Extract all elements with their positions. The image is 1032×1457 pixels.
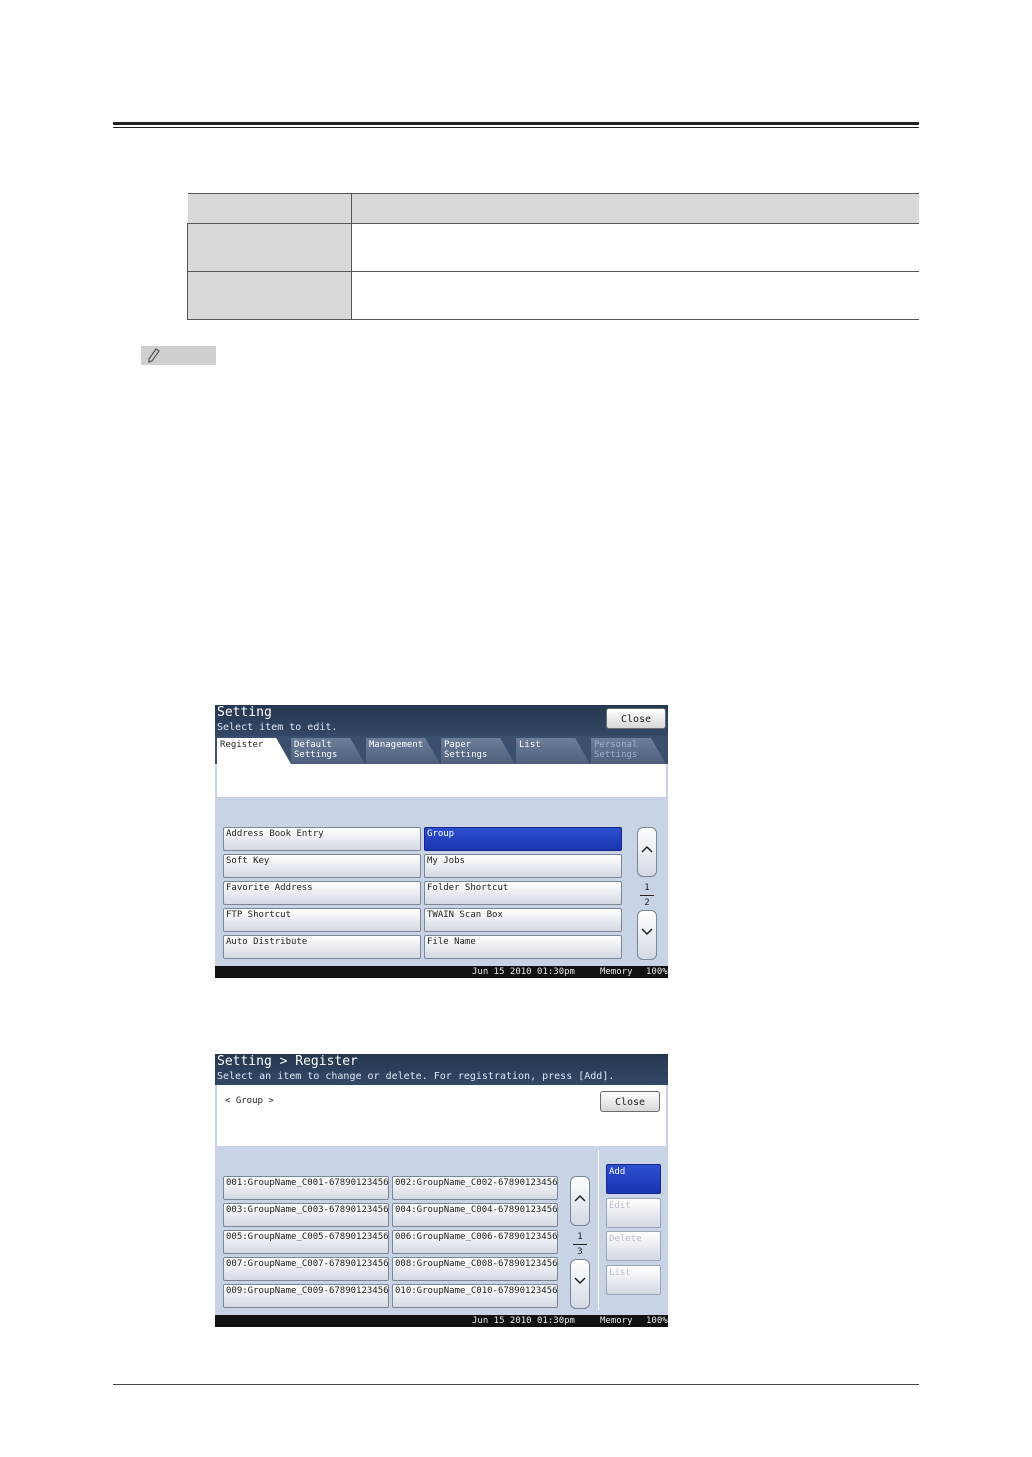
group-item[interactable]: 008:GroupName_C008-678901234567 (392, 1257, 558, 1281)
item-folder-shortcut[interactable]: Folder Shortcut (424, 881, 622, 905)
status-bar: Jun 15 2010 01:30pm Memory 100% (215, 966, 668, 978)
note-tag (141, 346, 216, 365)
item-file-name[interactable]: File Name (424, 935, 622, 959)
add-button[interactable]: Add (606, 1164, 661, 1194)
panel-header: Setting Select item to edit. Close (215, 705, 668, 736)
page-total: 2 (644, 898, 650, 908)
group-item[interactable]: 007:GroupName_C007-678901234567 (223, 1257, 389, 1281)
item-address-book-entry[interactable]: Address Book Entry (223, 827, 421, 851)
header-rule-thick (113, 122, 919, 125)
item-soft-key[interactable]: Soft Key (223, 854, 421, 878)
chevron-up-icon (641, 845, 653, 853)
group-item[interactable]: 005:GroupName_C005-678901234567 (223, 1230, 389, 1254)
chevron-down-icon (574, 1277, 586, 1285)
item-my-jobs[interactable]: My Jobs (424, 854, 622, 878)
register-panel: Setting > Register Select an item to cha… (215, 1054, 668, 1327)
panel-title: Setting (217, 705, 272, 720)
chevron-up-icon (574, 1194, 586, 1202)
close-button[interactable]: Close (606, 708, 666, 729)
delete-button[interactable]: Delete (606, 1231, 661, 1261)
group-item[interactable]: 010:GroupName_C010-678901234567 (392, 1284, 558, 1308)
status-memory-value: 100% (646, 967, 668, 977)
item-favorite-address[interactable]: Favorite Address (223, 881, 421, 905)
tab-management[interactable]: Management (366, 738, 440, 764)
scroll-up-button[interactable] (570, 1176, 590, 1226)
table-row (187, 223, 919, 272)
page-total: 3 (577, 1247, 583, 1257)
table-row (187, 271, 919, 320)
group-item[interactable]: 009:GroupName_C009-678901234567 (223, 1284, 389, 1308)
status-memory-label: Memory (600, 1316, 633, 1326)
close-button[interactable]: Close (600, 1091, 660, 1112)
scroll-down-button[interactable] (570, 1259, 590, 1309)
status-memory-value: 100% (646, 1316, 668, 1326)
item-twain-scan-box[interactable]: TWAIN Scan Box (424, 908, 622, 932)
info-area (217, 764, 666, 797)
scroll-down-button[interactable] (637, 910, 657, 960)
group-item[interactable]: 003:GroupName_C003-678901234567 (223, 1203, 389, 1227)
footer-rule (113, 1384, 919, 1385)
tab-personal-settings: Personal Settings (591, 738, 666, 764)
group-item[interactable]: 004:GroupName_C004-678901234567 (392, 1203, 558, 1227)
page-indicator: 1 3 (570, 1231, 590, 1258)
group-item[interactable]: 002:GroupName_C002-678901234567 (392, 1176, 558, 1200)
panel-header: Setting > Register Select an item to cha… (215, 1054, 668, 1085)
list-button[interactable]: List (606, 1265, 661, 1295)
tab-default-settings[interactable]: Default Settings (291, 738, 365, 764)
status-datetime: Jun 15 2010 01:30pm (472, 1316, 575, 1326)
page-indicator: 1 2 (637, 882, 657, 909)
table-header-row (187, 193, 919, 224)
settings-table (187, 193, 919, 320)
panel-subtitle: Select item to edit. (217, 722, 338, 733)
page-current: 1 (644, 883, 650, 893)
divider (598, 1150, 599, 1310)
tab-paper-settings[interactable]: Paper Settings (441, 738, 515, 764)
panel-title: Setting > Register (217, 1054, 358, 1069)
item-auto-distribute[interactable]: Auto Distribute (223, 935, 421, 959)
tab-list[interactable]: List (516, 738, 590, 764)
group-item[interactable]: 006:GroupName_C006-678901234567 (392, 1230, 558, 1254)
chevron-down-icon (641, 928, 653, 936)
status-bar: Jun 15 2010 01:30pm Memory 100% (215, 1315, 668, 1327)
item-group[interactable]: Group (424, 827, 622, 851)
page-current: 1 (577, 1232, 583, 1242)
tab-bar: Register Default Settings Management Pap… (215, 736, 668, 764)
panel-subtitle: Select an item to change or delete. For … (217, 1071, 615, 1082)
status-memory-label: Memory (600, 967, 633, 977)
status-datetime: Jun 15 2010 01:30pm (472, 967, 575, 977)
header-rule-thin (113, 127, 919, 128)
edit-button[interactable]: Edit (606, 1198, 661, 1228)
group-label: < Group > (225, 1096, 274, 1106)
tab-register[interactable]: Register (217, 738, 291, 764)
scroll-up-button[interactable] (637, 827, 657, 877)
setting-panel: Setting Select item to edit. Close Regis… (215, 705, 668, 978)
item-ftp-shortcut[interactable]: FTP Shortcut (223, 908, 421, 932)
group-item[interactable]: 001:GroupName_C001-678901234567 (223, 1176, 389, 1200)
info-area: < Group > Close (217, 1085, 666, 1146)
pencil-icon (148, 348, 160, 363)
